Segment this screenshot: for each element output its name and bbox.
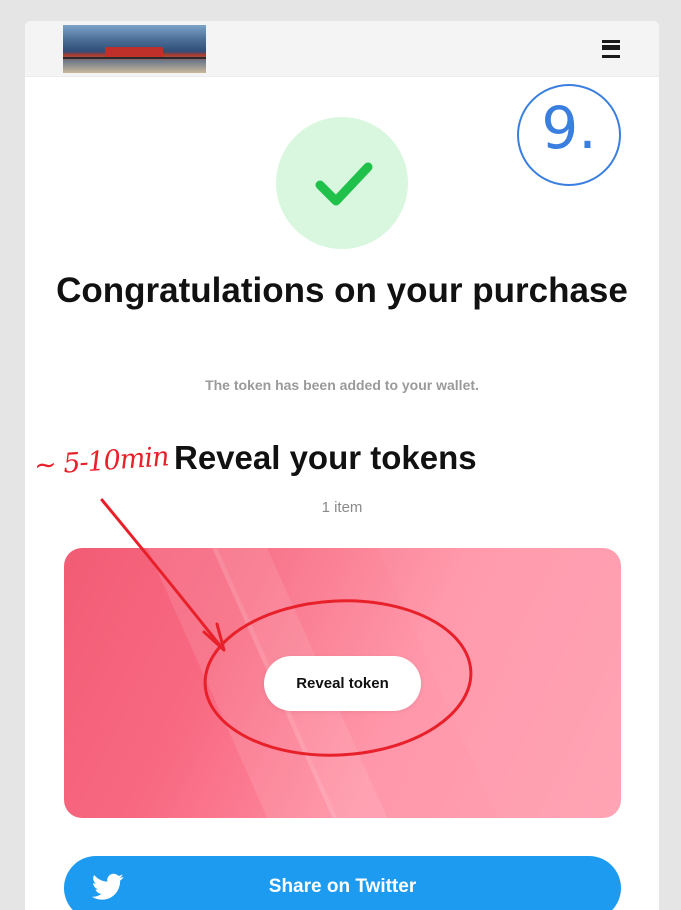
reveal-token-button[interactable]: Reveal token bbox=[264, 656, 421, 711]
purchase-confirmation-card: Congratulations on your purchase The tok… bbox=[25, 21, 659, 910]
top-navigation-bar bbox=[25, 21, 659, 77]
page-title: Congratulations on your purchase bbox=[56, 271, 628, 310]
wallet-added-message: The token has been added to your wallet. bbox=[205, 377, 479, 393]
item-count: 1 item bbox=[321, 499, 363, 516]
checkmark-icon bbox=[315, 162, 373, 206]
banner-logo-image[interactable] bbox=[63, 25, 206, 73]
hamburger-menu-icon[interactable] bbox=[602, 40, 620, 60]
reveal-section-heading: Reveal your tokens bbox=[174, 439, 477, 476]
success-check-circle bbox=[276, 117, 408, 249]
share-on-twitter-button[interactable]: Share on Twitter bbox=[64, 856, 621, 910]
share-on-twitter-label: Share on Twitter bbox=[268, 876, 417, 897]
